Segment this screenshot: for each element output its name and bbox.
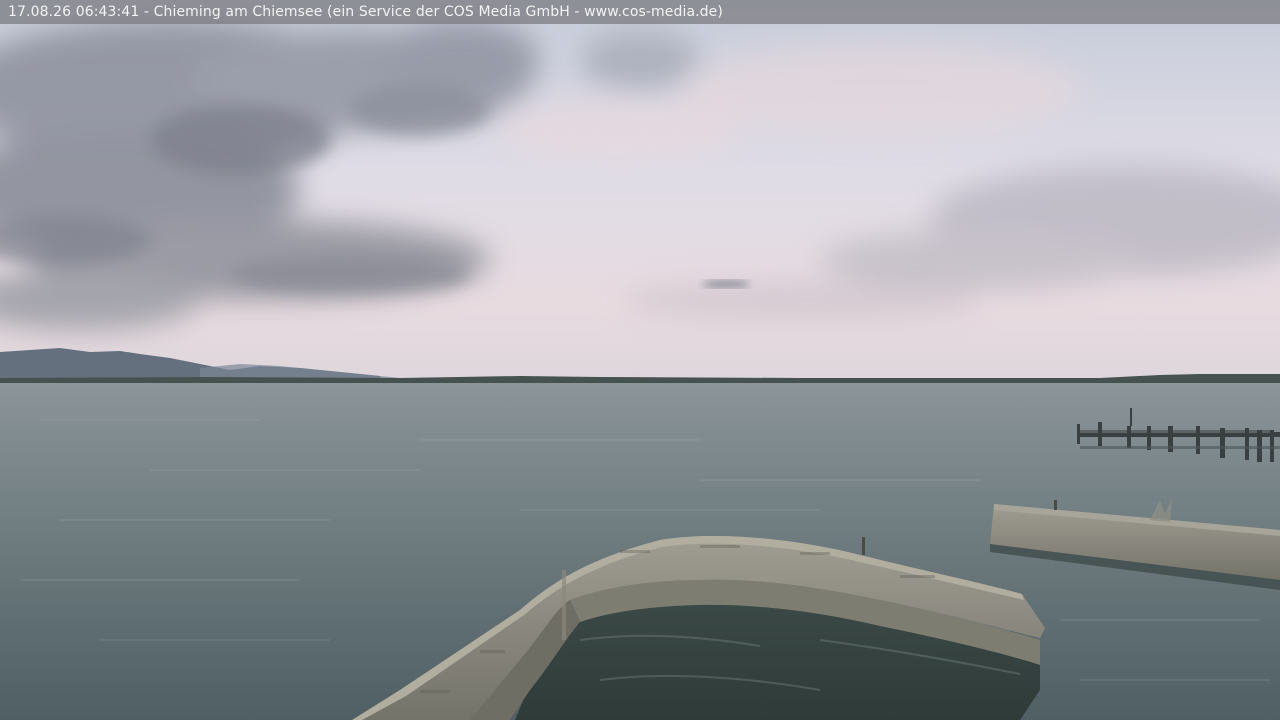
webcam-image (0, 0, 1280, 720)
timestamp-caption: 17.08.26 06:43:41 - Chieming am Chiemsee… (8, 4, 723, 20)
webcam-frame: 17.08.26 06:43:41 - Chieming am Chiemsee… (0, 0, 1280, 720)
timestamp-caption-bar: 17.08.26 06:43:41 - Chieming am Chiemsee… (0, 0, 1280, 24)
